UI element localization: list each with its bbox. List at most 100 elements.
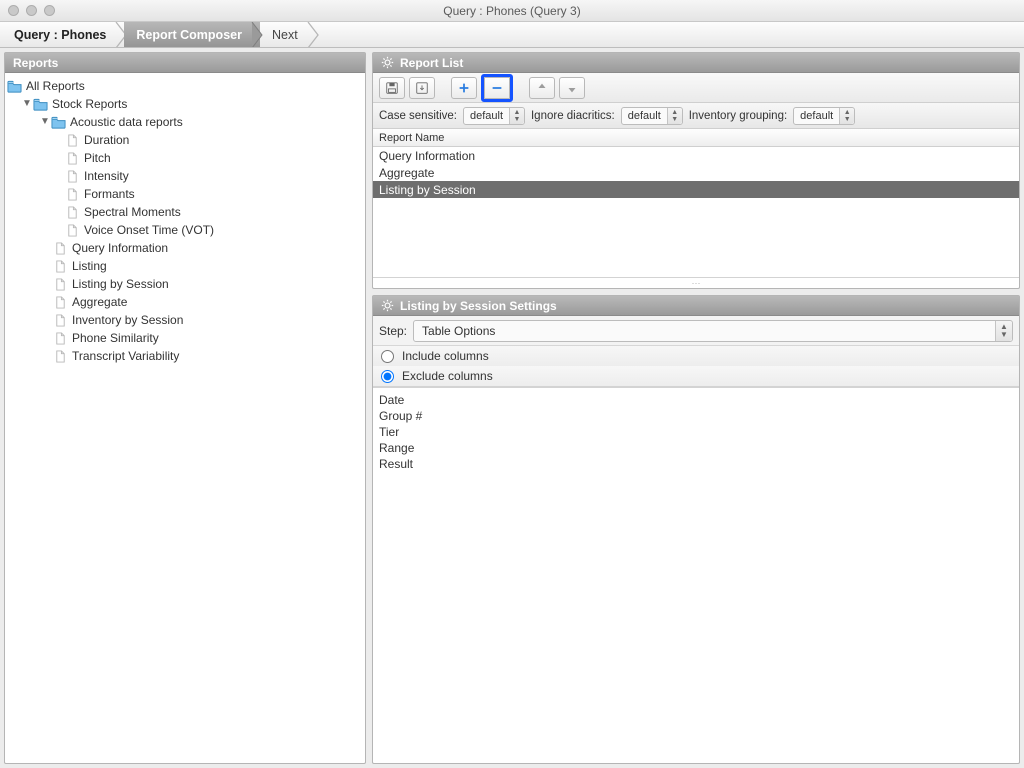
breadcrumb-item-next[interactable]: Next — [260, 22, 316, 47]
tree-item[interactable]: Query Information — [7, 239, 363, 257]
ignore-diacritics-label: Ignore diacritics: — [531, 110, 615, 122]
move-down-button[interactable] — [559, 77, 585, 99]
tree-item[interactable]: Formants — [7, 185, 363, 203]
split-grip-icon[interactable]: ⋯ — [373, 278, 1019, 288]
remove-report-button[interactable] — [484, 77, 510, 99]
tree-label: Aggregate — [72, 293, 127, 311]
breadcrumb-label: Query : Phones — [14, 28, 106, 42]
table-row[interactable]: Query Information — [373, 147, 1019, 164]
save-down-button[interactable] — [409, 77, 435, 99]
report-table-empty-area[interactable] — [373, 198, 1019, 278]
file-icon — [65, 205, 80, 219]
radio-label: Exclude columns — [402, 369, 493, 383]
list-item[interactable]: Tier — [379, 424, 1013, 440]
stepper-icon: ▲▼ — [667, 108, 682, 124]
tree-item[interactable]: Inventory by Session — [7, 311, 363, 329]
radio-label: Include columns — [402, 349, 489, 363]
list-item[interactable]: Group # — [379, 408, 1013, 424]
exclude-columns-radio[interactable]: Exclude columns — [373, 366, 1019, 386]
disclosure-triangle-icon[interactable]: ▼ — [21, 95, 33, 113]
tree-item-all-reports[interactable]: All Reports — [7, 77, 363, 95]
inventory-grouping-select[interactable]: default ▲▼ — [793, 107, 855, 125]
file-icon — [53, 313, 68, 327]
breadcrumb: Query : Phones Report Composer Next — [0, 22, 1024, 48]
file-icon — [65, 223, 80, 237]
tree-label: Pitch — [84, 149, 111, 167]
include-columns-radio[interactable]: Include columns — [373, 346, 1019, 366]
report-list-options: Case sensitive: default ▲▼ Ignore diacri… — [373, 103, 1019, 129]
tree-item[interactable]: Pitch — [7, 149, 363, 167]
tree-item[interactable]: Listing — [7, 257, 363, 275]
tree-item[interactable]: Listing by Session — [7, 275, 363, 293]
folder-icon — [51, 115, 66, 129]
table-row[interactable]: Listing by Session — [373, 181, 1019, 198]
reports-panel: Reports All Reports ▼ Stock Reports ▼ — [4, 52, 366, 764]
tree-label: Intensity — [84, 167, 129, 185]
disclosure-triangle-icon[interactable]: ▼ — [39, 113, 51, 131]
radio-input[interactable] — [381, 350, 394, 363]
traffic-lights — [8, 5, 55, 16]
reports-tree[interactable]: All Reports ▼ Stock Reports ▼ Acoustic d… — [5, 73, 365, 763]
report-table-body: Query InformationAggregateListing by Ses… — [373, 147, 1019, 198]
minimize-window-button[interactable] — [26, 5, 37, 16]
list-item[interactable]: Result — [379, 456, 1013, 472]
tree-label: Transcript Variability — [72, 347, 179, 365]
tree-item[interactable]: Voice Onset Time (VOT) — [7, 221, 363, 239]
tree-label: Inventory by Session — [72, 311, 183, 329]
save-button[interactable] — [379, 77, 405, 99]
file-icon — [53, 295, 68, 309]
tree-label: Acoustic data reports — [70, 113, 183, 131]
tree-item[interactable]: Intensity — [7, 167, 363, 185]
select-value: default — [470, 110, 503, 122]
breadcrumb-item-query[interactable]: Query : Phones — [2, 22, 124, 47]
report-table-header[interactable]: Report Name — [373, 129, 1019, 147]
report-list-toolbar — [373, 73, 1019, 103]
step-select[interactable]: Table Options ▲▼ — [413, 320, 1013, 342]
case-sensitive-select[interactable]: default ▲▼ — [463, 107, 525, 125]
move-up-button[interactable] — [529, 77, 555, 99]
column-header-label: Report Name — [379, 132, 444, 144]
stepper-icon: ▲▼ — [995, 321, 1012, 341]
tree-item[interactable]: Transcript Variability — [7, 347, 363, 365]
file-icon — [65, 151, 80, 165]
stepper-icon: ▲▼ — [509, 108, 524, 124]
add-report-button[interactable] — [451, 77, 477, 99]
tree-item[interactable]: Spectral Moments — [7, 203, 363, 221]
tree-item[interactable]: Phone Similarity — [7, 329, 363, 347]
tree-label: Voice Onset Time (VOT) — [84, 221, 214, 239]
tree-label: Phone Similarity — [72, 329, 159, 347]
columns-list[interactable]: DateGroup #TierRangeResult — [373, 387, 1019, 763]
tree-item-stock-reports[interactable]: ▼ Stock Reports — [7, 95, 363, 113]
gear-icon — [381, 56, 394, 69]
gear-icon — [381, 299, 394, 312]
folder-icon — [7, 79, 22, 93]
panel-title: Reports — [13, 56, 58, 70]
chevron-right-icon — [306, 22, 326, 47]
file-icon — [53, 259, 68, 273]
window-titlebar: Query : Phones (Query 3) — [0, 0, 1024, 22]
table-row[interactable]: Aggregate — [373, 164, 1019, 181]
tree-item[interactable]: Duration — [7, 131, 363, 149]
zoom-window-button[interactable] — [44, 5, 55, 16]
file-icon — [65, 133, 80, 147]
list-item[interactable]: Date — [379, 392, 1013, 408]
inventory-grouping-label: Inventory grouping: — [689, 110, 787, 122]
panel-title: Listing by Session Settings — [400, 299, 557, 313]
tree-label: Listing — [72, 257, 107, 275]
breadcrumb-label: Next — [272, 28, 298, 42]
report-list-header: Report List — [373, 53, 1019, 73]
select-value: Table Options — [422, 324, 495, 338]
close-window-button[interactable] — [8, 5, 19, 16]
tree-label: Listing by Session — [72, 275, 169, 293]
breadcrumb-item-report-composer[interactable]: Report Composer — [124, 22, 260, 47]
step-label: Step: — [379, 324, 407, 338]
select-value: default — [628, 110, 661, 122]
tree-item[interactable]: Aggregate — [7, 293, 363, 311]
list-item[interactable]: Range — [379, 440, 1013, 456]
file-icon — [65, 187, 80, 201]
ignore-diacritics-select[interactable]: default ▲▼ — [621, 107, 683, 125]
file-icon — [53, 331, 68, 345]
tree-label: Query Information — [72, 239, 168, 257]
radio-input[interactable] — [381, 370, 394, 383]
tree-item-acoustic[interactable]: ▼ Acoustic data reports — [7, 113, 363, 131]
